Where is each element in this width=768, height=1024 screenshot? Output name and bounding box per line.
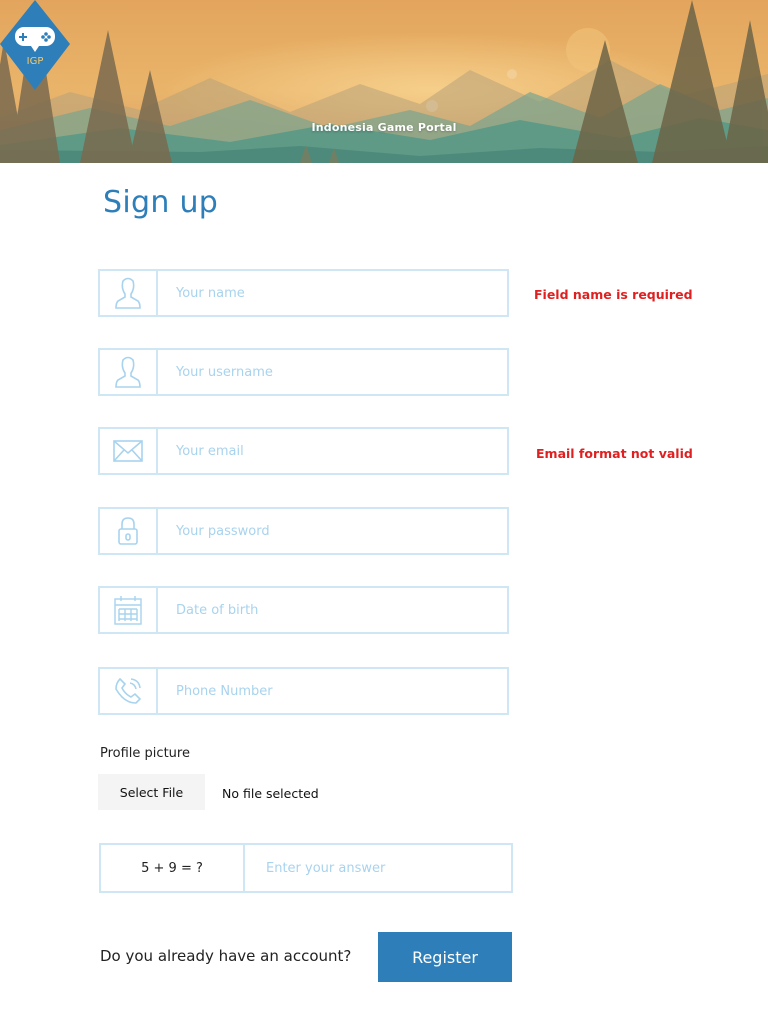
name-field: [98, 269, 509, 317]
lock-icon: [100, 509, 158, 553]
name-error: Field name is required: [534, 287, 693, 302]
username-field: [98, 348, 509, 396]
email-field: [98, 427, 509, 475]
page-title: Sign up: [103, 185, 219, 220]
header-banner: IGP Indonesia Game Portal: [0, 0, 768, 163]
landscape-illustration: [0, 0, 768, 163]
select-file-button[interactable]: Select File: [98, 774, 205, 810]
phone-input[interactable]: [158, 669, 507, 713]
captcha-question: 5 + 9 = ?: [101, 845, 245, 891]
email-input[interactable]: [158, 429, 507, 473]
email-error: Email format not valid: [536, 446, 693, 461]
logo-text: IGP: [27, 56, 44, 67]
dob-input[interactable]: [158, 588, 507, 632]
user-icon: [100, 271, 158, 315]
captcha-field: 5 + 9 = ?: [99, 843, 513, 893]
user-icon: [100, 350, 158, 394]
dob-field: [98, 586, 509, 634]
phone-icon: [100, 669, 158, 713]
envelope-icon: [100, 429, 158, 473]
captcha-answer-input[interactable]: [245, 845, 511, 891]
file-status: No file selected: [222, 786, 319, 801]
password-field: [98, 507, 509, 555]
phone-field: [98, 667, 509, 715]
site-name: Indonesia Game Portal: [311, 121, 457, 134]
password-input[interactable]: [158, 509, 507, 553]
name-input[interactable]: [158, 271, 507, 315]
account-question-link[interactable]: Do you already have an account?: [100, 947, 351, 965]
register-button[interactable]: Register: [378, 932, 512, 982]
igp-logo[interactable]: IGP: [0, 0, 70, 90]
username-input[interactable]: [158, 350, 507, 394]
calendar-icon: [100, 588, 158, 632]
profile-picture-label: Profile picture: [100, 746, 190, 761]
